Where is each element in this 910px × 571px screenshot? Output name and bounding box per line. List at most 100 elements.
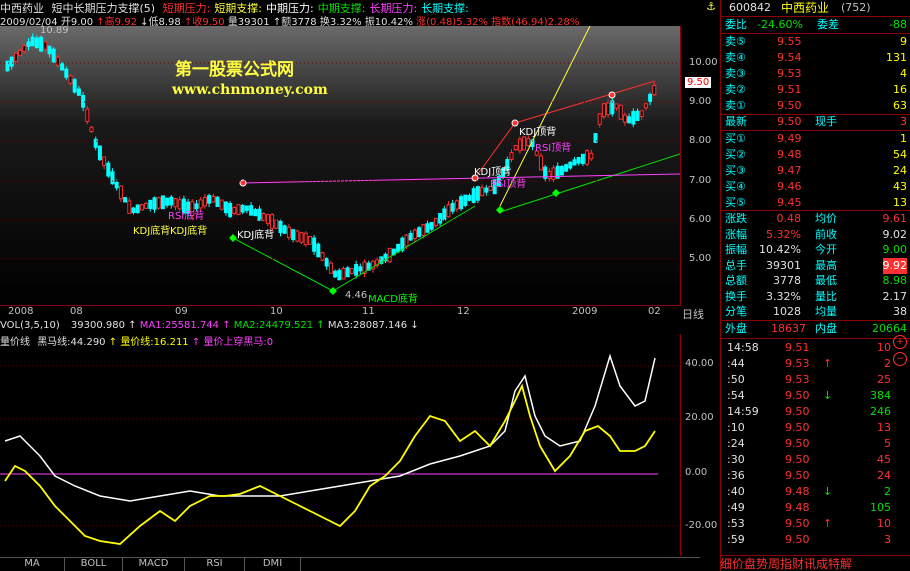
candle-body (9, 56, 14, 67)
weibi-value: -24.60% (757, 18, 803, 31)
ask-level[interactable]: 卖⑤ 9.55 9 (721, 34, 910, 50)
tab-ma[interactable]: MA (0, 558, 65, 571)
indicator-tick: 20.00 (685, 412, 714, 423)
candle-body (228, 203, 233, 218)
info-turnover: 换3.32% (319, 17, 362, 26)
info-close: 收9.50 (192, 17, 225, 26)
indicator-gridlines (0, 365, 680, 527)
bid-level[interactable]: 买③ 9.47 24 (721, 163, 910, 179)
top-marker (511, 119, 519, 127)
vol-ma1: MA1:25581.744 (139, 320, 220, 331)
period-label[interactable]: 日线 (682, 306, 704, 322)
date-tick: 09 (175, 306, 188, 317)
ind-name: 量价线 (0, 337, 30, 346)
candle-body (43, 41, 48, 50)
ask-level[interactable]: 卖③ 9.53 4 (721, 66, 910, 82)
candle-body (232, 207, 237, 214)
tab-rsi[interactable]: RSI (185, 558, 245, 571)
candle-body (333, 270, 338, 278)
candle-body (39, 36, 44, 52)
candlestick-chart[interactable] (0, 26, 680, 306)
candle-body (89, 126, 94, 132)
candle-body (627, 116, 632, 124)
legend-item: 中期支撑: (317, 2, 366, 13)
stat-value: 5.32% (766, 227, 801, 241)
tick-price: 9.50 (785, 453, 810, 466)
ind-a: 黑马线:44.290 (37, 337, 106, 346)
tab-macd[interactable]: MACD (123, 558, 185, 571)
price-tick: 7.00 (689, 175, 712, 186)
latest-value: 9.50 (777, 115, 802, 128)
tick-time: :59 (727, 533, 745, 546)
bid-level[interactable]: 买④ 9.46 43 (721, 179, 910, 195)
volume-legend: VOL(3,5,10) 39300.980 ↑ MA1:25581.744 ↑ … (0, 320, 680, 333)
stat-label: 振幅 (725, 243, 747, 256)
tick-volume: 10 (877, 341, 891, 354)
tab-dmi[interactable]: DMI (245, 558, 301, 571)
up-arrow-icon: ↑ (272, 17, 282, 26)
stat-label: 总额 (725, 274, 747, 287)
annotation-label: KDJ底背 (237, 230, 275, 241)
current-price-tag: 9.50 (685, 77, 712, 88)
ask-level[interactable]: 卖① 9.50 63 (721, 98, 910, 114)
date-tick: 2009 (572, 306, 598, 317)
candle-body (648, 93, 653, 102)
legend-item: 长期支撑: (421, 2, 469, 13)
indicator-chart[interactable] (0, 346, 680, 556)
price-tick: 5.00 (689, 253, 712, 264)
bid-level[interactable]: 买① 9.49 1 (721, 131, 910, 147)
annotation-label: KDJ顶背 (519, 127, 557, 138)
candle-body (34, 37, 39, 49)
candle-body (450, 202, 455, 212)
stat-value: 3.32% (766, 289, 801, 303)
candle-body (358, 266, 363, 272)
candle-body (597, 113, 602, 125)
tick-volume: 3 (884, 533, 891, 546)
level-price: 9.45 (777, 196, 802, 209)
stat-row: 分笔 1028 均量 38 (721, 304, 910, 320)
indicator-name[interactable]: 短中长期压力支撑(5) (52, 2, 156, 13)
level-label: 买② (725, 148, 746, 161)
bid-level[interactable]: 买⑤ 9.45 13 (721, 195, 910, 211)
candle-body (576, 156, 581, 164)
candle-body (64, 68, 69, 78)
top-marker (608, 91, 616, 99)
stat-label: 换手 (725, 289, 747, 303)
neipan-label: 内盘 (815, 322, 837, 335)
ask-level[interactable]: 卖④ 9.54 131 (721, 50, 910, 66)
bid-level[interactable]: 买② 9.48 54 (721, 147, 910, 163)
price-tick: 10.00 (689, 57, 718, 68)
candle-body (202, 196, 207, 207)
stock-count: (752) (841, 1, 871, 14)
candle-body (417, 227, 422, 238)
scroll-down-icon[interactable]: − (893, 352, 907, 366)
candle-body (643, 103, 648, 109)
scroll-up-icon[interactable]: + (893, 335, 907, 349)
annotation-label: RSI底背 (168, 211, 205, 222)
candle-body (396, 243, 401, 253)
candle-body (618, 104, 623, 120)
ask-level[interactable]: 卖② 9.51 16 (721, 82, 910, 98)
tick-time: 14:58 (727, 341, 759, 354)
vol-value: 39300.980 (70, 320, 125, 331)
tick-time: :36 (727, 469, 745, 482)
indicator-tick: 40.00 (685, 358, 714, 369)
info-high: 高9.92 (104, 17, 137, 26)
candle-body (278, 220, 283, 233)
panel-toolbar[interactable]: 细价盘势周指财讯成特解 (720, 555, 910, 571)
candle-body (320, 252, 325, 261)
date-tick: 12 (457, 306, 470, 317)
tab-boll[interactable]: BOLL (65, 558, 123, 571)
level-volume: 13 (893, 196, 907, 209)
stat-value: 39301 (766, 258, 801, 272)
candle-body (118, 185, 123, 200)
level-price: 9.51 (777, 83, 802, 96)
candle-body (442, 208, 447, 221)
tick-time: :30 (727, 453, 745, 466)
price-tick: 9.00 (689, 96, 712, 107)
level-label: 卖③ (725, 67, 746, 80)
stat-value: 9.92 (882, 257, 907, 274)
up-arrow-icon: ↑ (128, 320, 137, 331)
anchor-icon[interactable]: ⚓ (704, 0, 718, 13)
candle-body (446, 204, 451, 218)
